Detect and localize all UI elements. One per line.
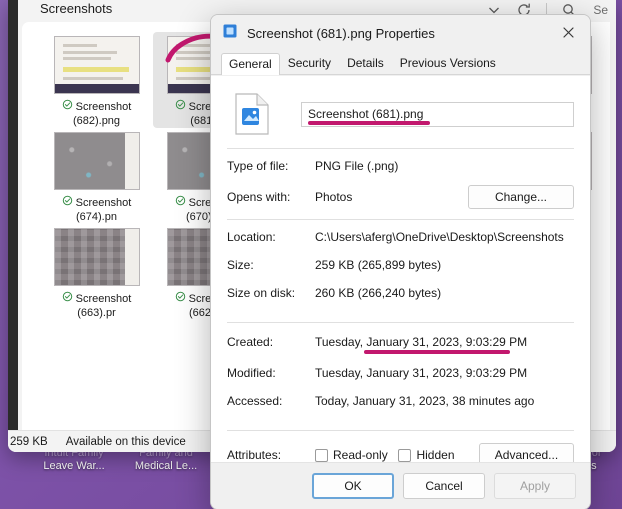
dialog-footer: OK Cancel Apply [211, 462, 590, 509]
desktop-icon-1-line2[interactable]: Leave War... [28, 460, 120, 473]
cloud-check-icon [62, 99, 73, 114]
file-name-input[interactable]: Screenshot (681).png [301, 101, 574, 127]
prop-row-size-on-disk: Size on disk: 260 KB (266,240 bytes) [227, 286, 574, 310]
screen: Intuit Family Leave War... Family and Me… [0, 0, 622, 509]
close-icon[interactable] [546, 15, 590, 49]
file-tile[interactable]: Screenshot (663).pr [40, 224, 153, 320]
window-left-edge [8, 0, 18, 430]
label-opens-with: Opens with: [227, 190, 291, 204]
hidden-checkbox-box[interactable] [398, 448, 412, 462]
divider-4 [227, 430, 574, 431]
divider-2 [227, 219, 574, 220]
created-date-underline-annotation [364, 350, 510, 354]
readonly-checkbox-label: Read-only [333, 448, 388, 462]
hidden-checkbox-label: Hidden [416, 448, 455, 462]
file-name-line1: Screenshot [75, 292, 132, 305]
cancel-button[interactable]: Cancel [403, 473, 485, 499]
desktop-icon-2-line2[interactable]: Medical Le... [118, 460, 214, 473]
status-availability: Available on this device [65, 435, 186, 448]
file-name-label: Screenshot (663).pr [44, 291, 150, 320]
value-modified: Tuesday, January 31, 2023, 9:03:29 PM [315, 366, 528, 380]
divider-1 [227, 148, 574, 149]
label-accessed: Accessed: [227, 394, 283, 408]
prop-row-opens-with: Opens with: Photos Change... [227, 185, 574, 209]
value-created: Tuesday, January 31, 2023, 9:03:29 PM [315, 335, 574, 354]
prop-row-size: Size: 259 KB (265,899 bytes) [227, 258, 574, 282]
file-name-line2: (663).pr [77, 307, 116, 319]
file-thumbnail [53, 132, 140, 190]
tab-security[interactable]: Security [280, 52, 339, 74]
cloud-check-icon [175, 291, 186, 306]
dialog-tabs: General Security Details Previous Versions [211, 51, 590, 75]
hidden-checkbox[interactable]: Hidden [398, 448, 475, 462]
cloud-check-icon [175, 99, 186, 114]
file-name-line2: (674).pn [76, 211, 117, 223]
png-document-icon [233, 92, 271, 136]
png-file-icon [222, 23, 238, 44]
divider-3 [227, 322, 574, 323]
value-type-of-file: PNG File (.png) [315, 159, 399, 173]
breadcrumb[interactable]: Screenshots [40, 1, 112, 16]
file-name-row: Screenshot (681).png [227, 90, 574, 138]
file-name-label: Screenshot (674).pn [44, 195, 150, 224]
prop-row-created: Created: Tuesday, January 31, 2023, 9:03… [227, 335, 574, 359]
prop-row-accessed: Accessed: Today, January 31, 2023, 38 mi… [227, 394, 574, 418]
properties-dialog: Screenshot (681).png Properties General S… [210, 14, 591, 509]
prop-row-location: Location: C:\Users\aferg\OneDrive\Deskto… [227, 230, 574, 254]
dialog-title: Screenshot (681).png Properties [247, 25, 435, 41]
value-location: C:\Users\aferg\OneDrive\Desktop\Screensh… [315, 230, 564, 244]
tab-previous-versions[interactable]: Previous Versions [392, 52, 504, 74]
file-name-label: Screenshot (682).png [44, 99, 150, 128]
value-size: 259 KB (265,899 bytes) [315, 258, 442, 272]
status-size: 259 KB [10, 435, 48, 448]
value-opens-with: Photos [315, 190, 353, 204]
file-thumbnail [53, 36, 140, 94]
file-name-line2: (682).png [72, 115, 121, 127]
file-name-value: Screenshot (681).png [308, 107, 424, 121]
label-attributes: Attributes: [227, 448, 282, 462]
general-tab-panel: Screenshot (681).png Type of file: PNG F… [211, 76, 590, 467]
tab-general[interactable]: General [221, 53, 280, 75]
readonly-checkbox[interactable]: Read-only [315, 448, 398, 462]
cloud-check-icon [175, 195, 186, 210]
cloud-check-icon [62, 195, 73, 210]
value-created-text: Tuesday, January 31, 2023, 9:03:29 PM [315, 335, 528, 349]
prop-row-type-of-file: Type of file: PNG File (.png) [227, 159, 574, 183]
label-type-of-file: Type of file: [227, 159, 289, 173]
value-size-on-disk: 260 KB (266,240 bytes) [315, 286, 442, 300]
change-button[interactable]: Change... [468, 185, 574, 209]
tab-details[interactable]: Details [339, 52, 392, 74]
ok-button[interactable]: OK [312, 473, 394, 499]
label-modified: Modified: [227, 366, 276, 380]
file-name-line1: Screenshot [75, 100, 132, 113]
label-size-on-disk: Size on disk: [227, 286, 296, 300]
readonly-checkbox-box[interactable] [315, 448, 328, 462]
apply-button[interactable]: Apply [494, 473, 576, 499]
filename-underline-annotation [308, 120, 430, 125]
dialog-titlebar: Screenshot (681).png Properties [211, 15, 590, 51]
value-accessed: Today, January 31, 2023, 38 minutes ago [315, 394, 535, 408]
label-size: Size: [227, 258, 254, 272]
search-input[interactable]: Se [593, 3, 608, 17]
file-name-line1: Screenshot [75, 196, 132, 209]
prop-row-modified: Modified: Tuesday, January 31, 2023, 9:0… [227, 366, 574, 390]
label-location: Location: [227, 230, 276, 244]
cloud-check-icon [62, 291, 73, 306]
label-created: Created: [227, 335, 274, 349]
file-tile[interactable]: Screenshot (682).png [40, 32, 153, 128]
file-thumbnail [53, 228, 140, 286]
file-tile[interactable]: Screenshot (674).pn [40, 128, 153, 224]
